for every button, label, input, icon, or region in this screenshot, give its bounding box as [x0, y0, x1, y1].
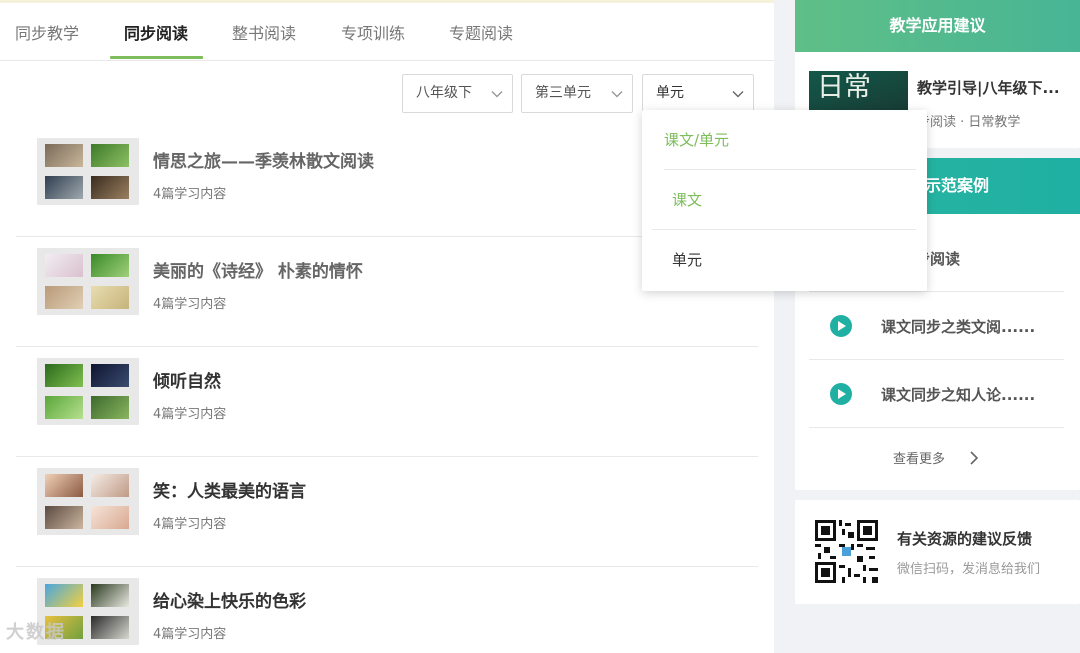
grade-select[interactable]: 八年级下: [402, 74, 513, 113]
thumbnail: [37, 248, 139, 315]
item-title: 情思之旅——季羡林散文阅读: [153, 152, 374, 172]
dropdown-option-text[interactable]: 课文: [652, 170, 916, 230]
item-count: 4篇学习内容: [153, 407, 227, 422]
tab-sync-reading[interactable]: 同步阅读: [124, 20, 188, 44]
feedback-card: 有关资源的建议反馈 微信扫码，发消息给我们: [795, 500, 1080, 604]
type-dropdown-menu: 课文/单元 课文 单元: [642, 110, 927, 291]
thumbnail: [37, 358, 139, 425]
view-more-link[interactable]: 查看更多: [893, 448, 945, 467]
item-count: 4篇学习内容: [153, 627, 227, 642]
play-icon: [830, 383, 852, 405]
suggestion-title[interactable]: 教学引导|八年级下...: [917, 77, 1060, 98]
unit-select[interactable]: 第三单元: [521, 74, 633, 113]
active-tab-indicator: [110, 56, 203, 59]
chevron-right-icon[interactable]: [969, 451, 979, 465]
item-title: 笑：人类最美的语言: [153, 482, 306, 502]
item-count: 4篇学习内容: [153, 297, 227, 312]
grade-select-value: 八年级下: [416, 85, 472, 101]
unit-select-value: 第三单元: [535, 85, 591, 101]
feedback-title: 有关资源的建议反馈: [897, 530, 1033, 548]
qr-code-icon: [815, 520, 878, 583]
type-select[interactable]: 单元: [642, 74, 754, 113]
list-item[interactable]: 笑：人类最美的语言 4篇学习内容: [16, 457, 758, 567]
case-label: 课文同步之知人论......: [881, 386, 1036, 404]
list-item[interactable]: 给心染上快乐的色彩 4篇学习内容: [16, 567, 758, 653]
dropdown-option-text-unit[interactable]: 课文/单元: [664, 110, 916, 170]
type-select-value: 单元: [656, 85, 684, 101]
tab-whole-book[interactable]: 整书阅读: [232, 20, 296, 44]
tab-special-training[interactable]: 专项训练: [341, 20, 405, 44]
chevron-down-icon: [732, 91, 744, 98]
suggestion-meta: 步阅读 · 日常教学: [917, 115, 1021, 130]
dropdown-option-unit[interactable]: 单元: [652, 230, 916, 290]
tab-sync-teaching[interactable]: 同步教学: [15, 20, 79, 44]
item-title: 给心染上快乐的色彩: [153, 592, 306, 612]
tab-topic-reading[interactable]: 专题阅读: [449, 20, 513, 44]
play-icon: [830, 315, 852, 337]
feedback-subtitle: 微信扫码，发消息给我们: [897, 562, 1041, 577]
thumbnail: [37, 138, 139, 205]
card-header: 教学应用建议: [795, 0, 1080, 52]
item-title: 倾听自然: [153, 372, 221, 392]
main-panel: 同步教学 同步阅读 整书阅读 专项训练 专题阅读 八年级下 第三单元 单元 情思…: [0, 0, 774, 653]
item-title: 美丽的《诗经》 朴素的情怀: [153, 262, 363, 282]
chevron-down-icon: [491, 91, 503, 98]
case-label: 课文同步之类文阅......: [881, 318, 1036, 336]
case-item[interactable]: 课文同步之类文阅......: [809, 293, 1064, 360]
item-count: 4篇学习内容: [153, 517, 227, 532]
tab-bar: 同步教学 同步阅读 整书阅读 专项训练 专题阅读: [0, 3, 774, 61]
thumbnail: [37, 468, 139, 535]
watermark: 大数据: [6, 622, 66, 643]
list-item[interactable]: 倾听自然 4篇学习内容: [16, 347, 758, 457]
case-item[interactable]: 课文同步之知人论......: [809, 361, 1064, 428]
item-count: 4篇学习内容: [153, 187, 227, 202]
chevron-down-icon: [611, 91, 623, 98]
cover-image-text: 日常: [817, 72, 871, 103]
